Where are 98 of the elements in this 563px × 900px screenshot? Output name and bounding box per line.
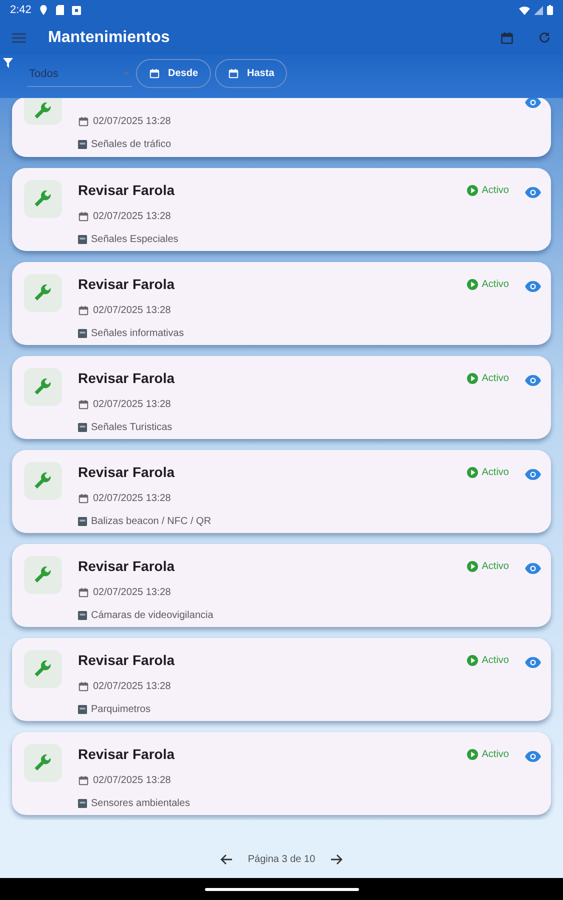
maintenance-card[interactable]: Revisar Farola Activo 02/07/2025 13:28 Balizas beacon / NFC / QR [12,450,551,533]
card-category: Señales informativas [91,327,184,341]
card-date: 02/07/2025 13:28 [93,210,171,224]
card-date: 02/07/2025 13:28 [93,304,171,318]
battery-icon [547,5,553,15]
date-filter-button[interactable]: Hasta [215,59,288,88]
maintenance-card[interactable]: Revisar Farola Activo 02/07/2025 13:28 Señales Especiales [12,168,551,251]
play-icon [466,655,478,666]
card-title: Revisar Farola [78,745,174,764]
calendar-icon [149,68,160,79]
maintenance-card[interactable]: Revisar Farola Activo 02/07/2025 13:28 Parquimetros [12,638,551,721]
card-date: 02/07/2025 13:28 [93,398,171,412]
card-category: Sensores ambientales [91,797,190,811]
calendar-icon [78,681,89,692]
play-icon [466,373,478,384]
category-icon [78,611,87,620]
page-indicator: Página 3 de 10 [248,852,316,866]
play-icon [466,185,478,196]
calendar-icon [78,305,89,316]
category-icon [78,235,87,244]
status-label: Activo [482,748,509,762]
view-icon[interactable] [525,187,541,198]
calendar-icon [228,68,240,79]
previous-arrow-icon[interactable] [220,854,232,864]
category-icon [78,705,87,714]
view-icon[interactable] [525,281,541,292]
sim-icon [56,5,64,15]
card-date: 02/07/2025 13:28 [93,680,171,694]
play-icon [466,749,478,760]
view-icon[interactable] [525,657,541,668]
view-icon[interactable] [525,375,541,386]
date-filter-button[interactable]: Desde [136,59,212,88]
filter-icon[interactable] [3,58,13,68]
wrench-icon [33,565,53,585]
calendar-icon [78,399,89,410]
maintenance-card[interactable]: 02/07/2025 13:28 Señales de tráfico [12,98,551,157]
wrench-icon [33,753,53,773]
category-icon [78,140,87,149]
play-icon [466,279,478,290]
card-category: Balizas beacon / NFC / QR [91,515,212,529]
status-label: Activo [482,184,509,198]
play-icon [466,561,478,572]
view-icon[interactable] [525,469,541,480]
card-title: Revisar Farola [78,369,174,388]
card-date: 02/07/2025 13:28 [93,492,171,506]
card-category: Parquimetros [91,703,150,717]
maintenance-card[interactable]: Revisar Farola Activo 02/07/2025 13:28 Sensores ambientales [12,732,551,815]
status-label: Activo [482,372,509,386]
wrench-icon [33,189,53,209]
status-label: Activo [482,278,509,292]
notification-icon [72,6,82,14]
card-date: 02/07/2025 13:28 [93,115,171,129]
refresh-icon[interactable] [538,31,551,44]
dropdown-caret-icon [123,72,130,76]
maintenance-card[interactable]: Revisar Farola Activo 02/07/2025 13:28 Cámaras de videovigilancia [12,544,551,627]
wrench-icon [33,283,53,303]
wifi-icon [519,6,530,14]
card-date: 02/07/2025 13:28 [93,774,171,788]
status-label: Activo [482,654,509,668]
app-title: Mantenimientos [48,28,170,48]
card-title: Revisar Farola [78,181,174,200]
status-label: Activo [482,466,509,480]
wrench-icon [33,101,53,121]
card-title: Revisar Farola [78,557,174,576]
card-category: Cámaras de videovigilancia [91,609,214,623]
play-icon [466,467,478,478]
card-category: Señales Especiales [91,233,178,247]
category-icon [78,799,87,808]
card-title: Revisar Farola [78,463,174,482]
category-icon [78,423,87,432]
calendar-icon [78,116,89,127]
view-icon[interactable] [525,563,541,574]
card-title: Revisar Farola [78,651,174,670]
next-arrow-icon[interactable] [331,854,344,864]
card-category: Señales Turisticas [91,421,172,435]
view-icon[interactable] [525,98,541,108]
view-icon[interactable] [525,751,541,762]
category-icon [78,329,87,338]
clock: 2:42 [10,2,32,18]
maintenance-card[interactable]: Revisar Farola Activo 02/07/2025 13:28 Señales Turisticas [12,356,551,439]
card-category: Señales de tráfico [91,138,172,152]
category-icon [78,517,87,526]
card-title: Revisar Farola [78,275,174,294]
wrench-icon [33,377,53,397]
location-icon [39,5,48,15]
calendar-icon [78,587,89,598]
wrench-icon [33,659,53,679]
calendar-icon [78,775,89,786]
card-date: 02/07/2025 13:28 [93,586,171,600]
menu-icon[interactable] [12,32,26,42]
home-indicator[interactable] [204,888,358,890]
maintenance-card[interactable]: Revisar Farola Activo 02/07/2025 13:28 Señales informativas [12,262,551,345]
status-label: Activo [482,560,509,574]
calendar-icon [78,493,89,504]
calendar-icon [78,211,89,222]
signal-icon [534,6,543,14]
wrench-icon [33,471,53,491]
calendar-icon[interactable] [500,30,514,44]
